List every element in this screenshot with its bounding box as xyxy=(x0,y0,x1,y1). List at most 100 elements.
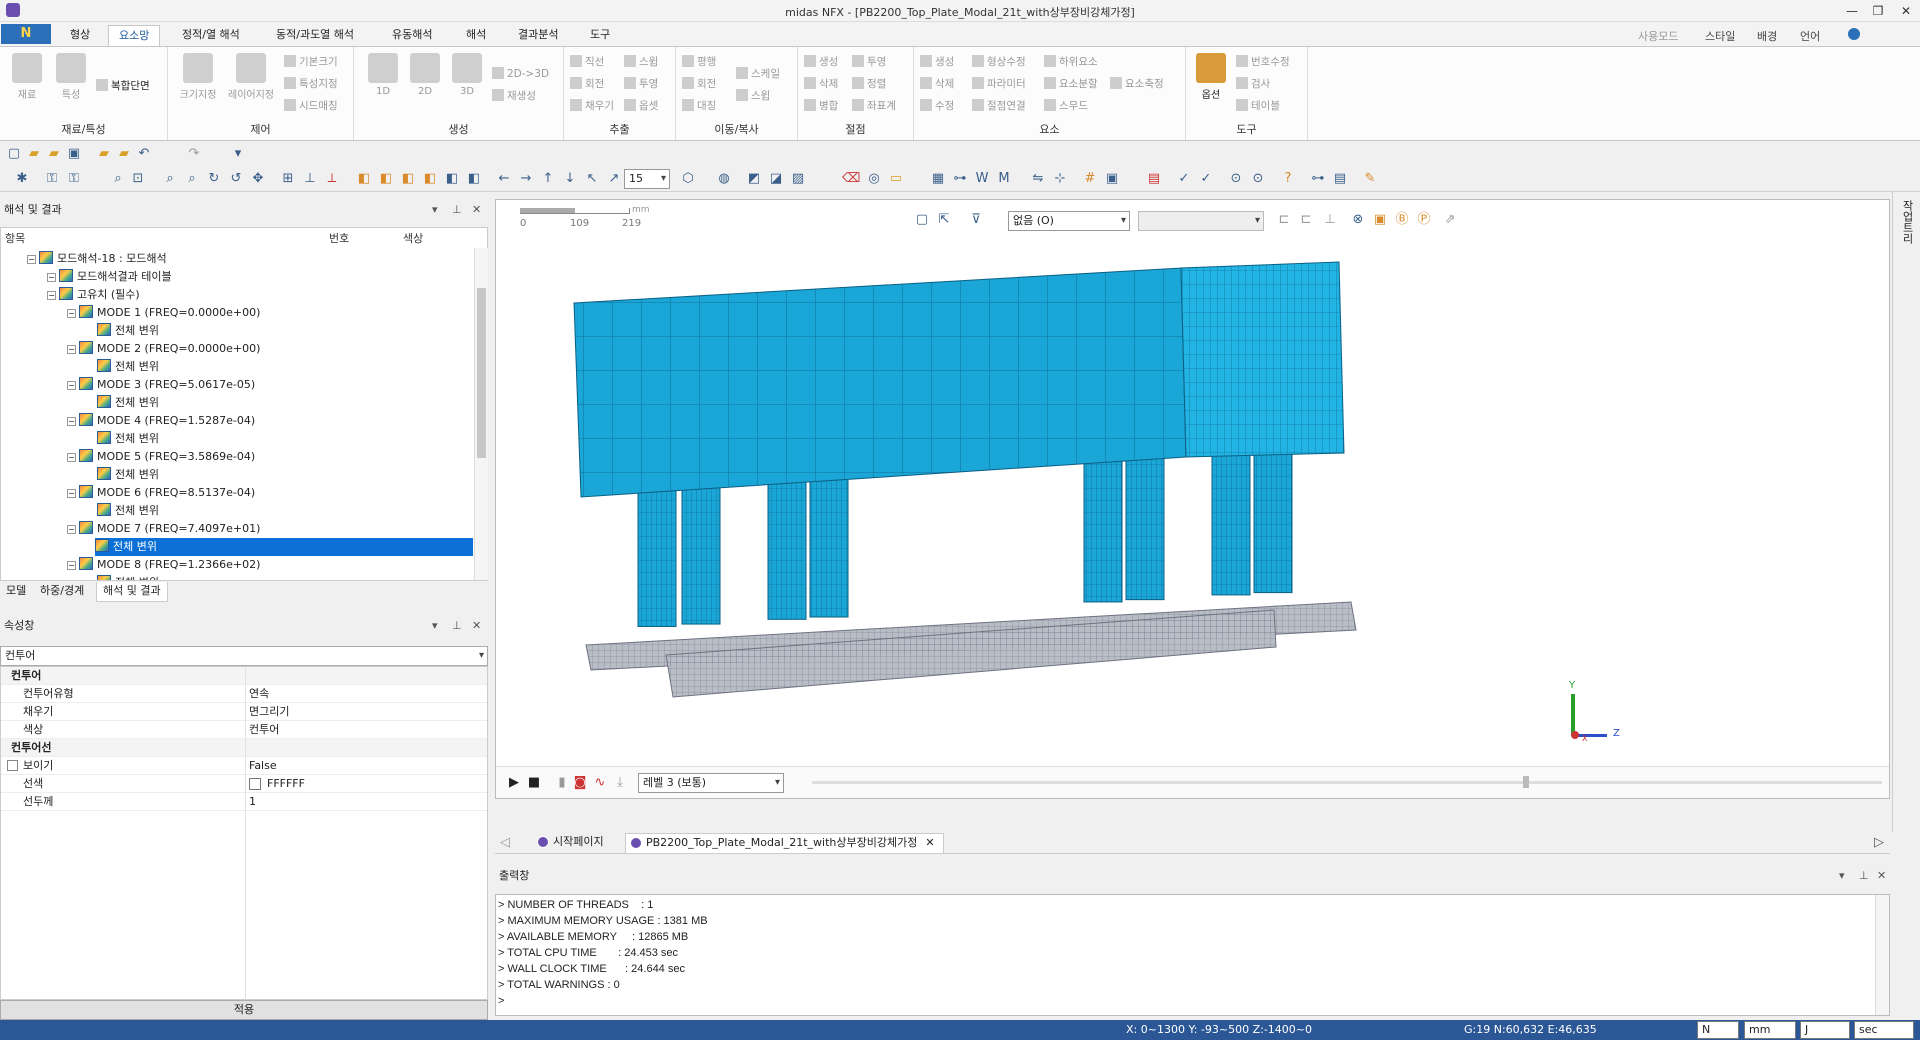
animation-slider-track[interactable] xyxy=(812,781,1882,784)
book-icon[interactable]: ▤ xyxy=(1146,171,1162,187)
section-icon[interactable]: ⊶ xyxy=(952,171,968,187)
expand-toggle-icon[interactable]: − xyxy=(67,345,76,354)
customize-icon[interactable]: ▾ xyxy=(230,146,246,162)
property-value[interactable]: 면그리기 xyxy=(249,703,289,721)
property-value[interactable]: 1 xyxy=(249,793,256,811)
tab-analysis-results[interactable]: 해석 및 결과 xyxy=(96,582,168,602)
open-folder-icon[interactable]: ▰ xyxy=(46,146,62,162)
render-mode-icon[interactable]: ◍ xyxy=(716,171,732,187)
extract-sweep-button[interactable]: 스윕 xyxy=(624,53,658,71)
tab-static-thermal[interactable]: 정적/열 해석 xyxy=(172,25,250,46)
display-icon[interactable]: ▨ xyxy=(790,171,806,187)
right-view-icon[interactable]: ◧ xyxy=(422,171,438,187)
animation-slider-thumb[interactable] xyxy=(1523,776,1529,788)
pin-icon[interactable]: ⊥ xyxy=(452,616,462,636)
view-angle-select[interactable]: 15 xyxy=(624,169,670,189)
tab-scroll-left-icon[interactable]: ◁ xyxy=(497,835,513,851)
help-query-icon[interactable]: ? xyxy=(1280,171,1296,187)
shading-icon[interactable]: ◩ xyxy=(746,171,762,187)
ucs-icon[interactable]: ⟂ xyxy=(324,171,340,187)
tab-load-boundary[interactable]: 하중/경계 xyxy=(34,582,90,602)
property-object-select[interactable]: 컨투어 xyxy=(0,646,488,666)
undo-icon[interactable]: ↶ xyxy=(136,146,152,162)
open-icon[interactable]: ▰ xyxy=(26,146,42,162)
tree-scrollbar[interactable] xyxy=(474,248,488,580)
tab-tools[interactable]: 도구 xyxy=(580,25,620,46)
extract-rotate-button[interactable]: 회전 xyxy=(570,75,604,93)
property-row[interactable]: 색상 컨투어 xyxy=(1,721,487,739)
tab-dynamic[interactable]: 동적/과도열 해석 xyxy=(266,25,364,46)
2d-to-3d-button[interactable]: 2D->3D xyxy=(492,65,549,83)
property-row[interactable]: 채우기 면그리기 xyxy=(1,703,487,721)
new-icon[interactable]: ▢ xyxy=(6,146,22,162)
default-size-button[interactable]: 기본크기 xyxy=(284,53,338,71)
mode-node[interactable]: − MODE 4 (FREQ=1.5287e-04) xyxy=(67,412,255,430)
check-button[interactable]: 검사 xyxy=(1236,75,1270,93)
mode-node[interactable]: − MODE 2 (FREQ=0.0000e+00) xyxy=(67,340,260,358)
element-modify-button[interactable]: 수정 xyxy=(920,97,954,115)
tree-node[interactable]: − 고유치 (필수) xyxy=(47,286,140,304)
rotate-view-icon[interactable]: ↻ xyxy=(206,171,222,187)
element-axis-button[interactable]: 요소축정 xyxy=(1110,75,1164,93)
tree-icon[interactable]: ⊶ xyxy=(1310,171,1326,187)
element-delete-button[interactable]: 삭제 xyxy=(920,75,954,93)
displacement-node[interactable]: 전체 변위 xyxy=(97,466,159,484)
sub-element-button[interactable]: 하위요소 xyxy=(1044,53,1098,71)
property-row[interactable]: 선두께 1 xyxy=(1,793,487,811)
tab-scroll-right-icon[interactable]: ▷ xyxy=(1871,835,1887,851)
property-group[interactable]: 컨투어선 xyxy=(1,739,487,757)
property-button[interactable]: 특성 xyxy=(52,53,90,101)
rotate-button[interactable]: 회전 xyxy=(682,75,716,93)
seed-match-button[interactable]: 시드매칭 xyxy=(284,97,338,115)
mesh-3d-button[interactable]: 3D xyxy=(448,53,486,97)
panel-close-icon[interactable]: ✕ xyxy=(1877,866,1886,886)
apply-button[interactable]: 적용 xyxy=(0,1000,488,1020)
expand-toggle-icon[interactable]: − xyxy=(47,291,56,300)
property-value[interactable]: 연속 xyxy=(249,685,269,703)
expand-toggle-icon[interactable]: − xyxy=(47,273,56,282)
label-m-icon[interactable]: M xyxy=(996,171,1012,187)
tab-results[interactable]: 결과분석 xyxy=(508,25,568,46)
tab-close-icon[interactable]: ✕ xyxy=(925,836,934,849)
check-icon[interactable]: ✓ xyxy=(1176,171,1192,187)
background-menu[interactable]: 배경 xyxy=(1757,28,1777,44)
displacement-node[interactable]: 전체 변위 xyxy=(95,538,473,556)
pen-icon[interactable]: ✎ xyxy=(1362,171,1378,187)
smooth-button[interactable]: 스무드 xyxy=(1044,97,1088,115)
query-icon[interactable]: ⊹ xyxy=(1052,171,1068,187)
unit-energy-select[interactable]: J xyxy=(1800,1021,1850,1039)
displacement-node[interactable]: 전체 변위 xyxy=(97,430,159,448)
panel-dropdown-icon[interactable]: ▾ xyxy=(1839,866,1845,886)
tree-node[interactable]: − 모드해석결과 테이블 xyxy=(47,268,172,286)
unit-force-select[interactable]: N xyxy=(1697,1021,1739,1039)
animation-level-select[interactable]: 레벨 3 (보통) xyxy=(638,773,784,793)
help-icon[interactable] xyxy=(1848,28,1860,40)
property-value[interactable]: False xyxy=(249,757,277,775)
restore-button[interactable]: ❐ xyxy=(1864,2,1892,20)
expand-toggle-icon[interactable]: − xyxy=(67,561,76,570)
property-group[interactable]: 컨투어 xyxy=(1,667,487,685)
mesh-2d-button[interactable]: 2D xyxy=(406,53,444,97)
mode-node[interactable]: − MODE 5 (FREQ=3.5869e-04) xyxy=(67,448,255,466)
size-button[interactable]: 크기지정 xyxy=(174,53,222,101)
lock-icon[interactable]: ⚿ xyxy=(44,171,60,187)
mode-node[interactable]: − MODE 6 (FREQ=8.5137e-04) xyxy=(67,484,255,502)
extract-project-button[interactable]: 투영 xyxy=(624,75,658,93)
shape-modify-button[interactable]: 형상수정 xyxy=(972,53,1026,71)
work-tree-tab[interactable]: 작업트리 xyxy=(1899,200,1915,244)
box-icon[interactable]: ▣ xyxy=(1104,171,1120,187)
sweep-button[interactable]: 스윕 xyxy=(736,87,770,105)
app-menu-button[interactable]: N xyxy=(1,24,51,44)
element-number-icon[interactable]: ⊙ xyxy=(1250,171,1266,187)
scrollbar-thumb[interactable] xyxy=(477,288,486,458)
tab-start-page[interactable]: 시작페이지 xyxy=(533,833,612,853)
minimize-button[interactable]: — xyxy=(1838,2,1866,20)
property-value[interactable]: 컨투어 xyxy=(249,721,279,739)
select-icon[interactable]: ✱ xyxy=(14,171,30,187)
left-view-icon[interactable]: ◧ xyxy=(444,171,460,187)
expand-toggle-icon[interactable]: − xyxy=(27,255,36,264)
close-button[interactable]: ✕ xyxy=(1892,2,1920,20)
record-icon[interactable]: ▮ xyxy=(554,775,570,791)
node-number-icon[interactable]: ⊙ xyxy=(1228,171,1244,187)
shading-alt-icon[interactable]: ◪ xyxy=(768,171,784,187)
